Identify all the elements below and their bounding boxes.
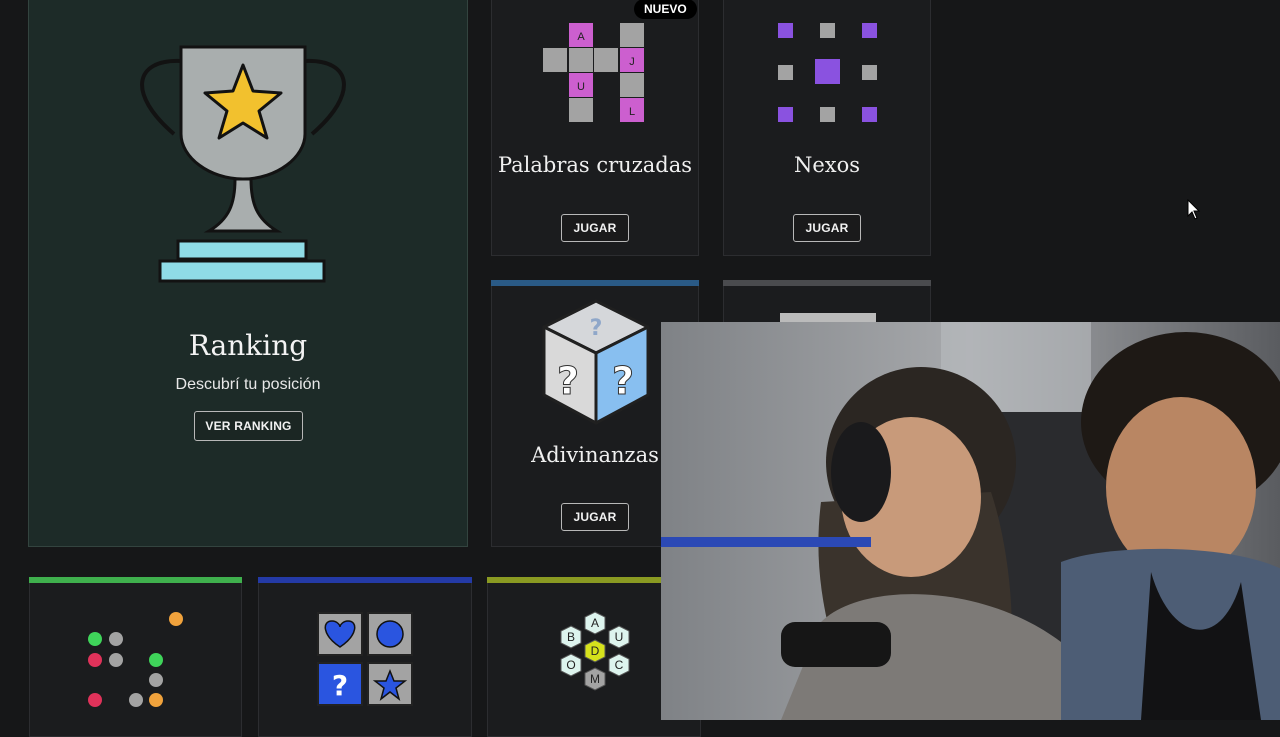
svg-text:?: ?	[612, 359, 634, 403]
ranking-title: Ranking	[188, 329, 308, 362]
nexos-icon	[778, 23, 877, 122]
shapes-game-card[interactable]: ?	[258, 577, 472, 737]
crossword-letter: L	[629, 106, 635, 118]
hidden-card-bar	[723, 280, 931, 286]
riddles-card-bar	[491, 280, 699, 286]
trophy-icon	[140, 45, 346, 283]
shapes-game-icon: ?	[317, 612, 413, 706]
mouse-cursor-icon	[1187, 199, 1201, 220]
webcam-overlay	[661, 322, 1280, 720]
new-badge: NUEVO	[634, 0, 697, 19]
crossword-title: Palabras cruzadas	[497, 153, 693, 177]
crossword-letter: U	[577, 81, 585, 93]
dots-game-card[interactable]	[29, 577, 242, 737]
webcam-scene	[661, 322, 1280, 720]
nexos-play-button[interactable]: JUGAR	[793, 214, 861, 242]
hexagon-letters-icon: D A U C M O B	[560, 611, 630, 691]
crossword-card[interactable]: A J U L NUEVO Palabras cruzadas JUGAR	[491, 0, 699, 256]
riddles-play-button[interactable]: JUGAR	[561, 503, 629, 531]
hex-letter: C	[615, 658, 624, 672]
hex-letter-center: D	[591, 644, 600, 658]
nexos-title: Nexos	[793, 153, 861, 177]
crossword-letter: A	[577, 31, 585, 43]
ranking-subtitle: Descubrí tu posición	[175, 376, 321, 393]
dots-card-bar	[29, 577, 242, 583]
riddle-cube-icon: ? ? ?	[542, 299, 650, 425]
crossword-play-button[interactable]: JUGAR	[561, 214, 629, 242]
hex-letter: A	[591, 616, 599, 630]
crossword-letter: J	[629, 56, 635, 68]
ranking-card: Ranking Descubrí tu posición VER RANKING	[28, 0, 468, 547]
hex-letter: B	[567, 630, 575, 644]
nexos-card[interactable]: Nexos JUGAR	[723, 0, 931, 256]
hex-letter: O	[566, 658, 575, 672]
dots-game-icon	[88, 612, 183, 707]
ver-ranking-button[interactable]: VER RANKING	[194, 411, 303, 441]
crossword-icon: A J U L	[543, 23, 644, 122]
svg-text:?: ?	[557, 359, 579, 403]
svg-text:?: ?	[332, 669, 348, 702]
svg-text:?: ?	[590, 316, 603, 341]
hex-letter: M	[590, 672, 600, 686]
hex-letter: U	[615, 630, 624, 644]
shapes-card-bar	[258, 577, 472, 583]
